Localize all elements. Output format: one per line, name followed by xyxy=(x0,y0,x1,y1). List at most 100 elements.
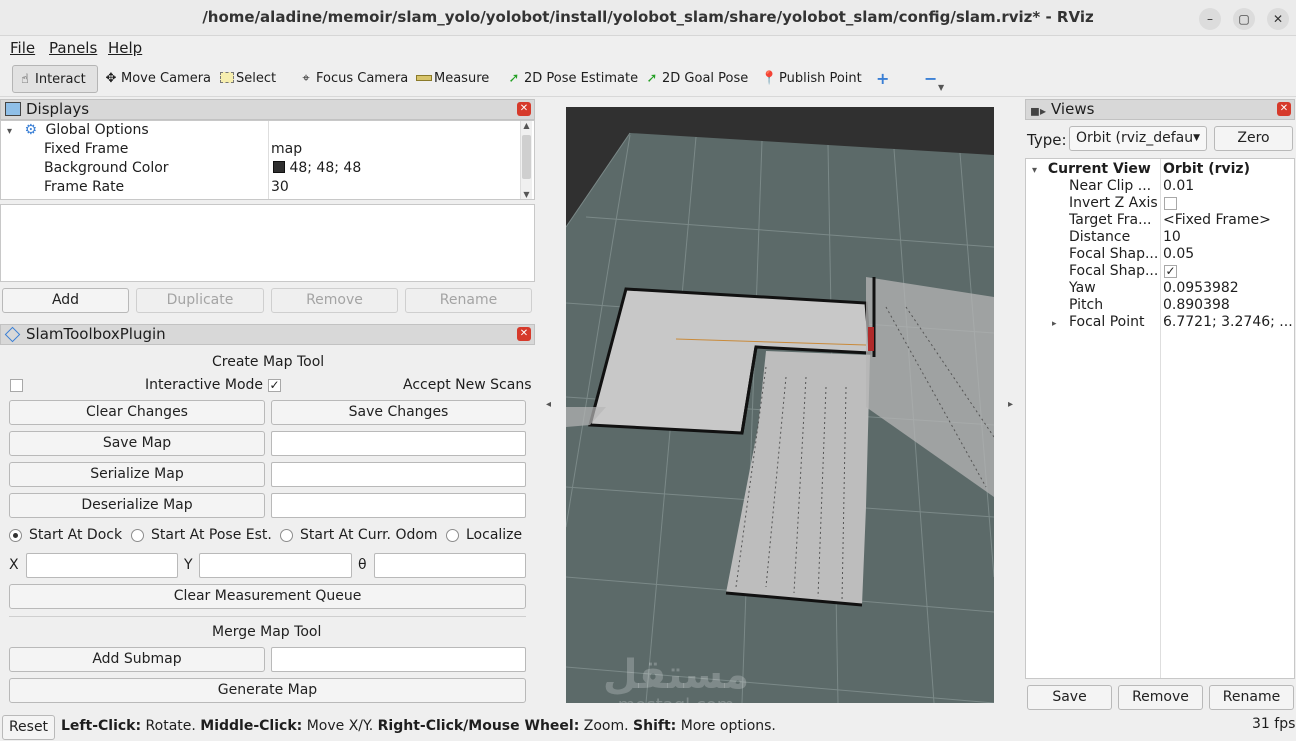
hint-zoom: Zoom. xyxy=(579,718,634,734)
measure-tool[interactable]: Measure xyxy=(412,65,493,93)
scroll-down-icon[interactable]: ▼ xyxy=(521,190,532,199)
global-options-label: Global Options xyxy=(45,122,149,138)
color-swatch xyxy=(273,161,285,173)
merge-map-tool-heading: Merge Map Tool xyxy=(212,624,322,640)
minimize-button[interactable]: – xyxy=(1199,8,1221,30)
frame-rate-value[interactable]: 30 xyxy=(271,178,289,197)
close-icon[interactable]: ✕ xyxy=(517,327,531,341)
x-input[interactable] xyxy=(26,553,178,578)
save-map-name-input[interactable] xyxy=(271,431,526,456)
expand-arrow-icon[interactable]: ▸ xyxy=(1052,319,1057,329)
left-checkbox[interactable] xyxy=(10,379,23,392)
fixed-frame-value[interactable]: map xyxy=(271,140,302,159)
dropdown-arrow-icon: ▼ xyxy=(1193,133,1200,143)
close-icon[interactable]: ✕ xyxy=(1277,102,1291,116)
hint-left-click: Left-Click: xyxy=(61,718,142,734)
select-box-icon xyxy=(220,72,234,83)
save-map-button[interactable]: Save Map xyxy=(9,431,265,456)
rename-view-button[interactable]: Rename xyxy=(1209,685,1294,710)
focal-shape-size-value[interactable]: 0.05 xyxy=(1163,245,1194,264)
focus-camera-tool[interactable]: ⌖ Focus Camera xyxy=(294,65,412,93)
localize-radio[interactable] xyxy=(446,529,459,542)
map-pin-icon: 📍 xyxy=(761,71,778,86)
menu-help-label: Help xyxy=(108,39,143,57)
deserialize-map-button[interactable]: Deserialize Map xyxy=(9,493,265,518)
global-options-row[interactable]: ▾ ⚙ Global Options xyxy=(7,121,149,140)
view-type-value: Orbit (rviz_defau xyxy=(1076,130,1194,146)
scroll-thumb[interactable] xyxy=(522,135,531,179)
fps-counter: 31 fps xyxy=(1252,716,1296,732)
clear-changes-button[interactable]: Clear Changes xyxy=(9,400,265,425)
diamond-icon xyxy=(4,326,21,343)
select-tool[interactable]: Select xyxy=(216,65,280,93)
select-label: Select xyxy=(236,71,277,86)
y-input[interactable] xyxy=(199,553,352,578)
rename-display-button[interactable]: Rename xyxy=(405,288,532,313)
views-tree: ▾ Current View Orbit (rviz) Near Clip ..… xyxy=(1025,158,1295,679)
close-window-button[interactable]: ✕ xyxy=(1267,8,1289,30)
hand-pointer-icon: ☝ xyxy=(21,72,29,87)
localize-label: Localize xyxy=(466,527,523,543)
view-type-select[interactable]: Orbit (rviz_defau ▼ xyxy=(1069,126,1207,151)
views-panel-header: ◼▸ Views ✕ xyxy=(1025,99,1295,120)
near-clip-value[interactable]: 0.01 xyxy=(1163,177,1194,196)
zero-button[interactable]: Zero xyxy=(1214,126,1293,151)
collapse-arrow-icon[interactable]: ▾ xyxy=(1032,165,1037,176)
start-at-pose-radio[interactable] xyxy=(131,529,144,542)
clear-measurement-queue-button[interactable]: Clear Measurement Queue xyxy=(9,584,526,609)
close-icon[interactable]: ✕ xyxy=(517,102,531,116)
invert-z-checkbox[interactable] xyxy=(1164,197,1177,210)
collapse-right-icon[interactable]: ▸ xyxy=(1008,399,1013,410)
serialize-map-name-input[interactable] xyxy=(271,462,526,487)
toolbar-dropdown-icon[interactable]: ▼ xyxy=(934,74,948,102)
menu-help[interactable]: Help xyxy=(108,39,142,57)
window-title: /home/aladine/memoir/slam_yolo/yolobot/i… xyxy=(202,8,1094,26)
start-at-odom-radio[interactable] xyxy=(280,529,293,542)
focus-camera-icon: ⌖ xyxy=(302,71,310,86)
remove-view-button[interactable]: Remove xyxy=(1118,685,1203,710)
background-color-value[interactable]: 48; 48; 48 xyxy=(273,159,361,178)
save-view-button[interactable]: Save xyxy=(1027,685,1112,710)
publish-point-tool[interactable]: 📍 Publish Point xyxy=(757,65,866,93)
focal-point-value[interactable]: 6.7721; 3.2746; ... xyxy=(1163,313,1293,332)
render-viewport[interactable]: مستقل mostaql.com xyxy=(566,107,994,703)
add-submap-button[interactable]: Add Submap xyxy=(9,647,265,672)
interactive-mode-checkbox[interactable]: ✓ xyxy=(268,379,281,392)
collapse-left-icon[interactable]: ◂ xyxy=(546,399,551,410)
save-changes-button[interactable]: Save Changes xyxy=(271,400,526,425)
remove-display-button[interactable]: Remove xyxy=(271,288,398,313)
reset-button[interactable]: Reset xyxy=(2,715,55,740)
hint-shift: Shift: xyxy=(633,718,677,734)
green-arrow-icon: ➚ xyxy=(508,71,520,86)
start-at-dock-label: Start At Dock xyxy=(29,527,123,543)
restore-button[interactable]: ▢ xyxy=(1233,8,1255,30)
theta-input[interactable] xyxy=(374,553,526,578)
hint-more: More options. xyxy=(676,718,776,734)
watermark-latin: mostaql.com xyxy=(566,695,786,703)
move-camera-tool[interactable]: ✥ Move Camera xyxy=(99,65,215,93)
menu-panels[interactable]: Panels xyxy=(49,39,97,57)
theta-label: θ xyxy=(358,557,367,573)
property-name: Background Color xyxy=(44,160,169,176)
focal-point-row[interactable]: ▸ Focal Point xyxy=(1052,313,1144,332)
duplicate-display-button[interactable]: Duplicate xyxy=(136,288,264,313)
add-display-button[interactable]: Add xyxy=(2,288,129,313)
column-divider xyxy=(1160,159,1161,678)
goal-pose-tool[interactable]: ➚ 2D Goal Pose xyxy=(640,65,752,93)
menu-panels-label: Panels xyxy=(49,39,98,57)
focus-camera-label: Focus Camera xyxy=(316,71,409,86)
collapse-arrow-icon[interactable]: ▾ xyxy=(7,126,12,137)
scroll-up-icon[interactable]: ▲ xyxy=(521,121,532,130)
add-tool-button[interactable]: + xyxy=(872,65,893,93)
submap-name-input[interactable] xyxy=(271,647,526,672)
interact-tool[interactable]: ☝ Interact xyxy=(12,65,98,93)
focal-shape-fixed-checkbox[interactable]: ✓ xyxy=(1164,265,1177,278)
deserialize-map-name-input[interactable] xyxy=(271,493,526,518)
serialize-map-button[interactable]: Serialize Map xyxy=(9,462,265,487)
property-name: Fixed Frame xyxy=(44,141,129,157)
pose-estimate-tool[interactable]: ➚ 2D Pose Estimate xyxy=(502,65,642,93)
tree-scrollbar[interactable]: ▲ ▼ xyxy=(520,121,532,199)
generate-map-button[interactable]: Generate Map xyxy=(9,678,526,703)
menu-file[interactable]: File xyxy=(10,39,35,57)
start-at-dock-radio[interactable] xyxy=(9,529,22,542)
